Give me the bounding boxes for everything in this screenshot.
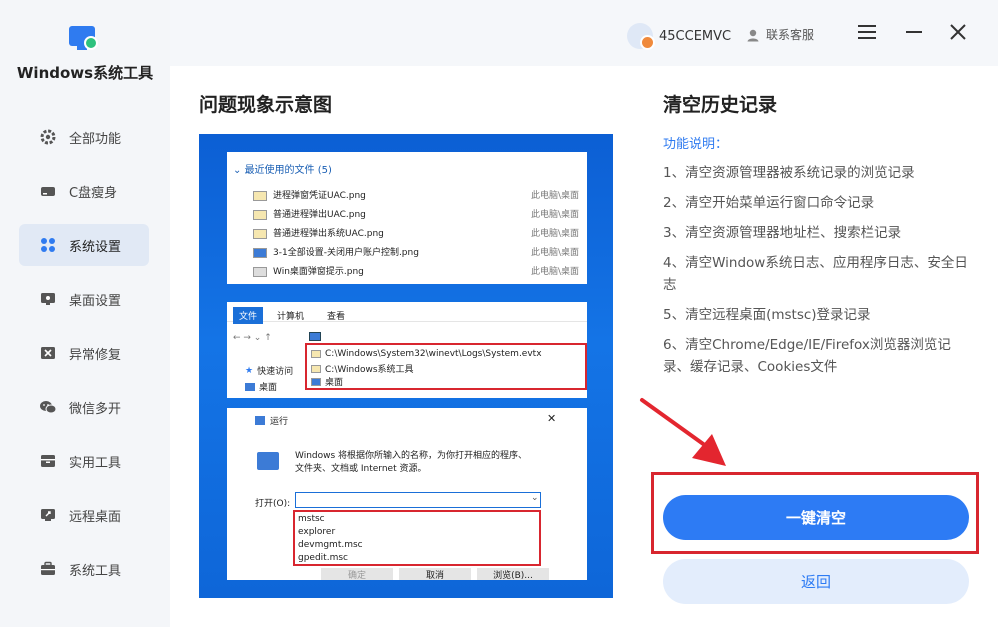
run-icon <box>255 416 265 425</box>
chevron-down-icon: ⌄ <box>531 493 539 503</box>
feature-title: 清空历史记录 <box>663 94 778 116</box>
problem-title: 问题现象示意图 <box>199 94 333 116</box>
contact-service-label: 联系客服 <box>766 28 815 42</box>
sidebar-item-repair[interactable]: 异常修复 <box>19 332 149 374</box>
run-dialog-title: 运行 <box>255 414 288 427</box>
image-file-icon <box>253 190 267 201</box>
explorer-panel: 文件 计算机 查看 ← → ⌄ ↑ ★ 快速访问 桌面 C:\Windows\Sy… <box>227 302 587 398</box>
title-bar: 45CCEMVC 联系客服 <box>170 0 998 66</box>
sidebar: Windows系统工具 全部功能 C盘瘦身 系统设置 桌面设置 异常修复 微信多… <box>0 0 170 627</box>
briefcase-icon <box>39 560 57 578</box>
one-click-clear-button[interactable]: 一键清空 <box>663 495 969 540</box>
user-account[interactable]: 45CCEMVC <box>627 23 732 50</box>
image-file-icon <box>253 228 267 239</box>
list-item: 进程弹窗凭证UAC.png 此电脑\桌面 <box>253 188 579 201</box>
chevron-down-icon: ⌄ <box>233 165 245 176</box>
list-item: 普通进程弹出系统UAC.png 此电脑\桌面 <box>253 226 579 239</box>
menu-icon[interactable] <box>855 20 879 44</box>
sidebar-item-label: 系统设置 <box>69 239 122 255</box>
run-open-label: 打开(O): <box>255 499 291 509</box>
sidebar-item-system-settings[interactable]: 系统设置 <box>19 224 149 266</box>
function-description-title: 功能说明： <box>663 137 729 152</box>
main-content: 45CCEMVC 联系客服 问题现象示意图 ⌄ 最近使用的文件 (5) 进程弹窗… <box>170 0 998 627</box>
desktop-item: 桌面 <box>245 380 277 393</box>
description-item: 3、清空资源管理器地址栏、搜索栏记录 <box>663 225 902 241</box>
sidebar-item-label: 桌面设置 <box>69 293 122 309</box>
list-item: 3-1全部设置-关闭用户账户控制.png 此电脑\桌面 <box>253 245 579 258</box>
sidebar-item-utilities[interactable]: 实用工具 <box>19 440 149 482</box>
run-close-icon: ✕ <box>547 412 557 425</box>
repair-icon <box>39 344 57 362</box>
wechat-icon <box>39 398 57 416</box>
minimize-icon[interactable] <box>902 20 926 44</box>
image-file-icon <box>253 209 267 220</box>
list-item: 普通进程弹出UAC.png 此电脑\桌面 <box>253 207 579 220</box>
avatar <box>627 23 655 50</box>
sidebar-item-system-tools[interactable]: 系统工具 <box>19 548 149 590</box>
toolbox-icon <box>39 452 57 470</box>
username: 45CCEMVC <box>659 28 732 44</box>
explorer-history-highlight <box>305 343 587 390</box>
grid-icon <box>39 236 57 254</box>
app-logo-icon <box>66 24 102 56</box>
contact-service-button[interactable]: 联系客服 <box>746 26 814 43</box>
sidebar-item-remote-desktop[interactable]: 远程桌面 <box>19 494 149 536</box>
explorer-tab-computer: 计算机 <box>277 312 305 322</box>
run-description: Windows 将根据你所输入的名称，为你打开相应的程序、 文件夹、文档或 In… <box>295 451 528 474</box>
back-button[interactable]: 返回 <box>663 559 969 604</box>
headset-icon <box>746 28 760 42</box>
sidebar-item-wechat[interactable]: 微信多开 <box>19 386 149 428</box>
nav-arrows-icon: ← → ⌄ ↑ <box>233 333 272 343</box>
sidebar-item-label: 微信多开 <box>69 401 122 417</box>
app-title: Windows系统工具 <box>16 64 154 82</box>
run-cancel-button: 取消 <box>399 568 471 581</box>
gear-icon <box>39 128 57 146</box>
sidebar-item-label: 远程桌面 <box>69 509 122 525</box>
sidebar-item-desktop-settings[interactable]: 桌面设置 <box>19 278 149 320</box>
red-arrow-icon <box>640 398 726 466</box>
description-item: 5、清空远程桌面(mstsc)登录记录 <box>663 307 871 323</box>
problem-illustration: ⌄ 最近使用的文件 (5) 进程弹窗凭证UAC.png 此电脑\桌面 普通进程弹… <box>199 134 613 598</box>
run-input <box>295 492 541 508</box>
sidebar-nav: 全部功能 C盘瘦身 系统设置 桌面设置 异常修复 微信多开 实用工具 远程桌面 <box>19 116 149 602</box>
remote-icon <box>39 506 57 524</box>
sidebar-item-label: C盘瘦身 <box>69 185 118 201</box>
run-dialog-panel: 运行 ✕ Windows 将根据你所输入的名称，为你打开相应的程序、 文件夹、文… <box>227 408 587 581</box>
quick-access-item: ★ 快速访问 <box>245 365 294 378</box>
run-browse-button: 浏览(B)... <box>477 568 549 581</box>
description-item: 2、清空开始菜单运行窗口命令记录 <box>663 195 875 211</box>
sidebar-item-all-functions[interactable]: 全部功能 <box>19 116 149 158</box>
description-item: 6、清空Chrome/Edge/IE/Firefox浏览器浏览记录、缓存记录、C… <box>663 337 951 375</box>
run-ok-button: 确定 <box>321 568 393 581</box>
description-item: 4、清空Window系统日志、应用程序日志、安全日志 <box>663 255 968 293</box>
run-program-icon <box>257 452 279 470</box>
run-history-highlight <box>293 510 541 566</box>
close-icon[interactable] <box>946 20 970 44</box>
recent-files-panel: ⌄ 最近使用的文件 (5) 进程弹窗凭证UAC.png 此电脑\桌面 普通进程弹… <box>227 152 587 284</box>
sidebar-item-label: 全部功能 <box>69 131 122 147</box>
image-file-icon <box>253 266 267 277</box>
disk-icon <box>39 182 57 200</box>
desktop-icon <box>39 290 57 308</box>
star-icon: ★ <box>245 365 254 376</box>
explorer-tab-view: 查看 <box>327 312 346 322</box>
sidebar-item-label: 实用工具 <box>69 455 122 471</box>
recent-files-header: ⌄ 最近使用的文件 (5) <box>233 165 332 176</box>
explorer-tab-file: 文件 <box>233 307 264 324</box>
description-item: 1、清空资源管理器被系统记录的浏览记录 <box>663 165 915 181</box>
image-file-icon <box>253 247 267 258</box>
sidebar-item-label: 异常修复 <box>69 347 122 363</box>
list-item: Win桌面弹窗提示.png 此电脑\桌面 <box>253 264 579 277</box>
computer-icon <box>309 332 321 341</box>
sidebar-item-label: 系统工具 <box>69 563 122 579</box>
sidebar-item-c-drive[interactable]: C盘瘦身 <box>19 170 149 212</box>
desktop-folder-icon <box>245 382 255 391</box>
